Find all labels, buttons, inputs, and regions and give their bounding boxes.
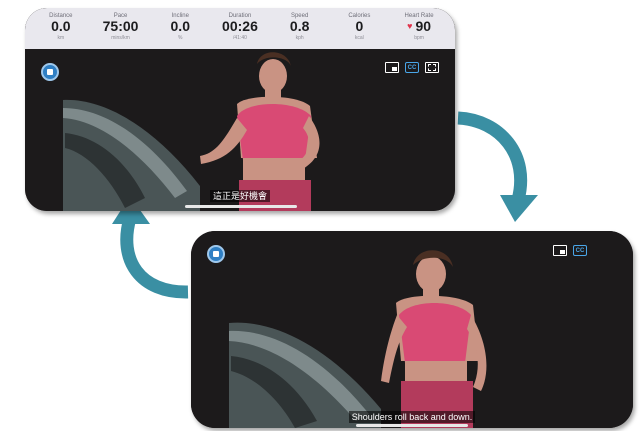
metric-value: 75:00 bbox=[102, 18, 139, 34]
metric-value: 0.8 bbox=[289, 18, 310, 34]
subtitle-text: Shoulders roll back and down. bbox=[348, 411, 476, 423]
landscape-phone-with-metrics: Distance 0.0 km Pace 75:00 mins/km Incli… bbox=[25, 8, 455, 211]
metric-unit: km bbox=[57, 35, 65, 41]
metric-heart-rate: Heart Rate ♥ 90 bpm bbox=[392, 8, 446, 41]
metric-unit: kph bbox=[295, 35, 304, 41]
expand-icon[interactable] bbox=[425, 62, 439, 73]
picture-in-picture-icon[interactable] bbox=[553, 245, 567, 256]
video-controls: CC bbox=[385, 62, 439, 73]
stop-icon bbox=[47, 69, 53, 75]
metric-value: 0 bbox=[355, 18, 364, 34]
curved-arrow-right-down bbox=[457, 111, 538, 222]
metric-value: 0.0 bbox=[51, 18, 71, 34]
heart-icon: ♥ bbox=[407, 21, 413, 31]
metric-value: 0.0 bbox=[170, 18, 190, 34]
metric-duration: Duration 00:26 /41:40 bbox=[213, 8, 267, 41]
metric-pace: Pace 75:00 mins/km bbox=[94, 8, 148, 41]
metric-unit: % bbox=[178, 35, 183, 41]
workout-video-frame bbox=[191, 231, 633, 428]
subtitle-text: 這正是好機會 bbox=[209, 190, 270, 202]
stop-button[interactable] bbox=[41, 63, 59, 81]
video-controls: CC bbox=[553, 245, 587, 256]
metric-unit: bpm bbox=[414, 35, 424, 41]
stop-button[interactable] bbox=[207, 245, 225, 263]
metric-unit: /41:40 bbox=[233, 35, 247, 41]
metric-speed: Speed 0.8 kph bbox=[273, 8, 327, 41]
stop-icon bbox=[213, 251, 219, 257]
closed-captions-icon[interactable]: CC bbox=[405, 62, 419, 73]
subtitle-caption: 這正是好機會 bbox=[25, 189, 455, 202]
picture-in-picture-icon[interactable] bbox=[385, 62, 399, 73]
closed-captions-icon[interactable]: CC bbox=[573, 245, 587, 256]
metric-distance: Distance 0.0 km bbox=[34, 8, 88, 41]
metric-unit: kcal bbox=[354, 35, 364, 41]
landscape-phone-video: CC Shoulders roll back and down. bbox=[191, 231, 633, 428]
subtitle-caption: Shoulders roll back and down. bbox=[191, 411, 633, 423]
heart-rate-value: 90 bbox=[415, 18, 432, 34]
metric-calories: Calories 0 kcal bbox=[332, 8, 386, 41]
home-indicator bbox=[185, 205, 297, 208]
metric-incline: Incline 0.0 % bbox=[153, 8, 207, 41]
metric-unit: mins/km bbox=[111, 35, 130, 41]
metric-value: ♥ 90 bbox=[407, 19, 431, 34]
metric-value: 00:26 bbox=[222, 18, 258, 34]
workout-metrics-bar: Distance 0.0 km Pace 75:00 mins/km Incli… bbox=[25, 8, 455, 49]
home-indicator bbox=[356, 424, 468, 427]
